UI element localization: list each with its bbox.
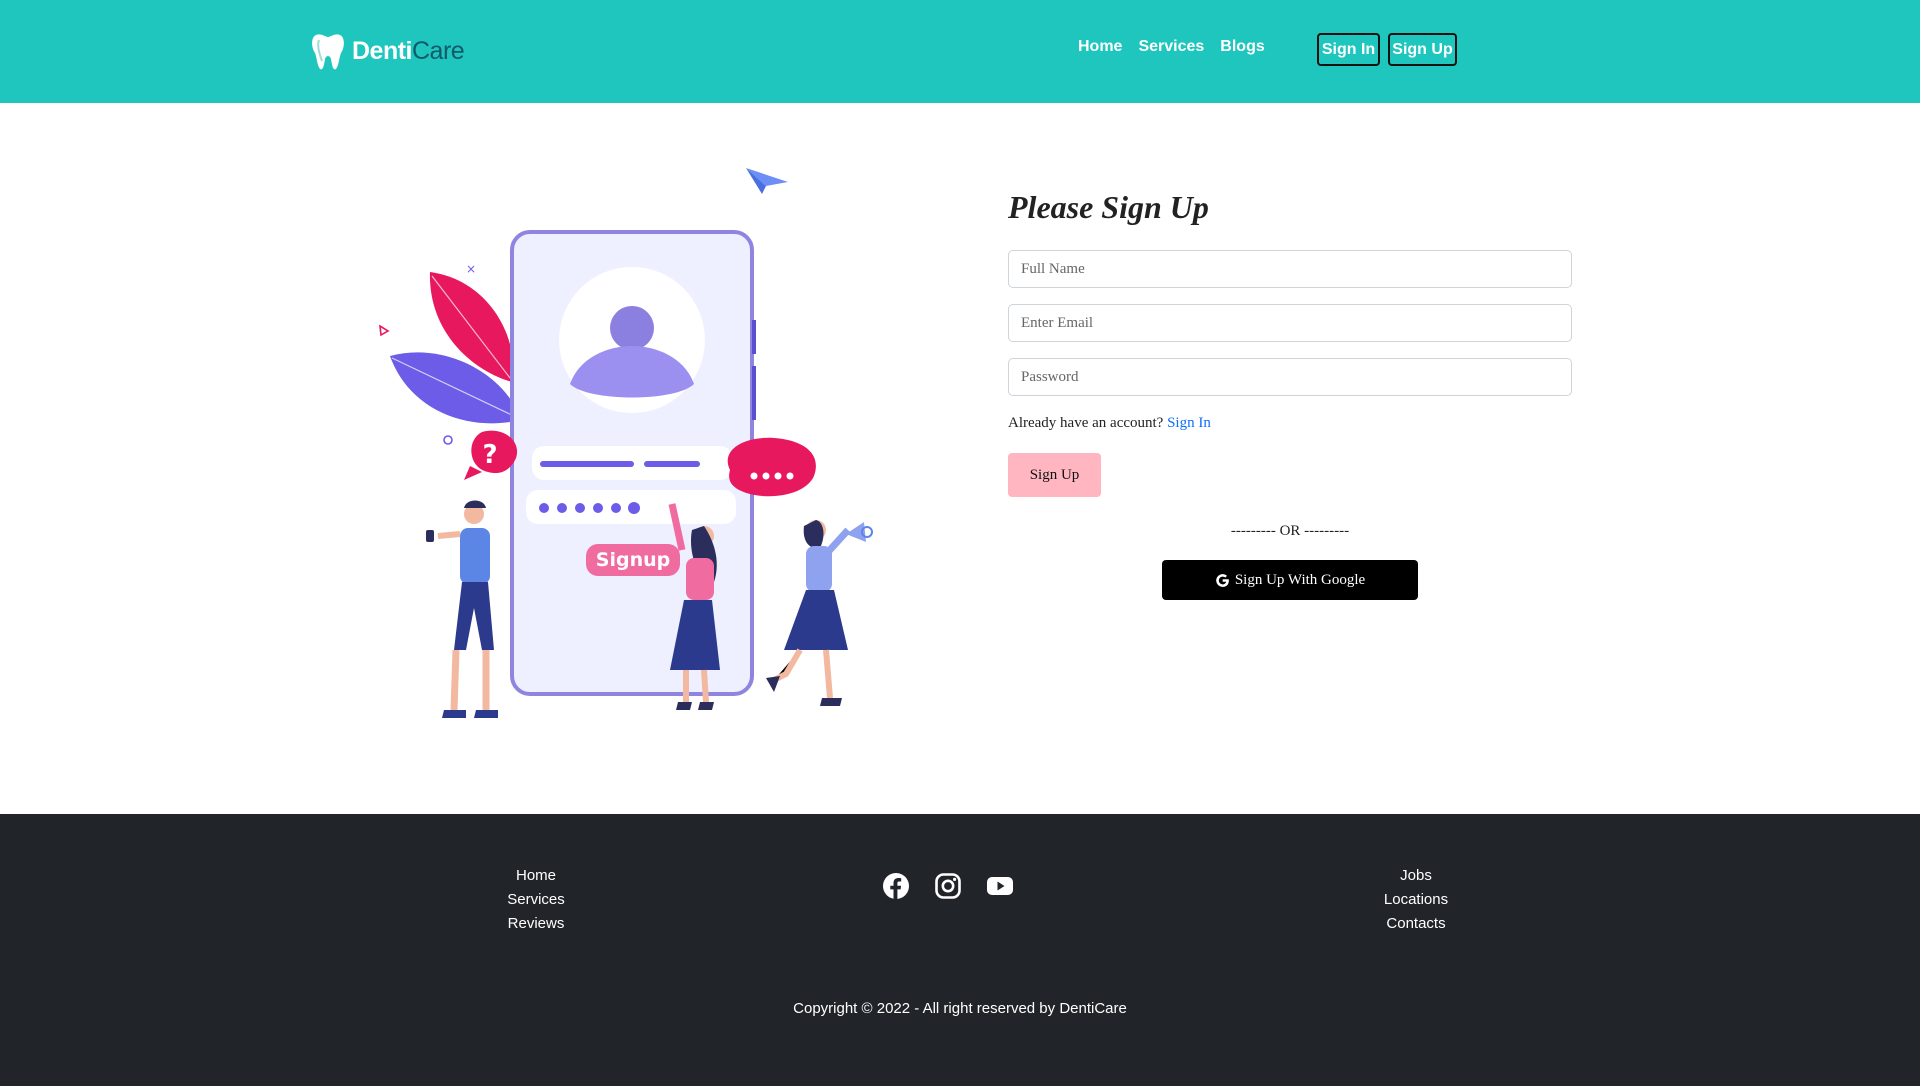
google-button-label: Sign Up With Google: [1234, 571, 1366, 588]
brand-name-primary: Denti: [352, 36, 413, 65]
brand-logo[interactable]: DentiCare: [310, 31, 465, 71]
already-account-label: Already have an account?: [1008, 415, 1164, 431]
footer-links-right: Jobs Locations Contacts: [1316, 864, 1516, 936]
svg-text:?: ?: [482, 440, 497, 470]
footer-link-jobs[interactable]: Jobs: [1316, 864, 1516, 888]
footer-link-reviews[interactable]: Reviews: [436, 912, 636, 936]
illustration-signup-label: Signup: [596, 549, 670, 571]
social-links: [882, 872, 1014, 900]
nav-services[interactable]: Services: [1138, 38, 1204, 56]
tooth-icon: [312, 34, 344, 70]
signup-illustration: × Signup ?: [370, 150, 890, 720]
password-input[interactable]: [1008, 358, 1572, 396]
footer-link-services[interactable]: Services: [436, 888, 636, 912]
form-title: Please Sign Up: [1008, 189, 1209, 225]
email-input[interactable]: [1008, 304, 1572, 342]
google-sign-up-button[interactable]: Sign Up With Google: [1162, 560, 1418, 600]
footer-link-contacts[interactable]: Contacts: [1316, 912, 1516, 936]
nav-links: Home Services Blogs: [1078, 38, 1265, 56]
already-account-text: Already have an account? Sign In: [1008, 415, 1211, 432]
footer-links-left: Home Services Reviews: [436, 864, 636, 936]
nav-home[interactable]: Home: [1078, 38, 1122, 56]
youtube-icon[interactable]: [986, 872, 1014, 900]
svg-text:×: ×: [466, 262, 476, 276]
nav-sign-in-button[interactable]: Sign In: [1317, 33, 1380, 66]
copyright-text: Copyright © 2022 - All right reserved by…: [793, 1000, 1127, 1017]
sign-up-submit-button[interactable]: Sign Up: [1008, 453, 1101, 497]
brand-name-secondary: Care: [412, 36, 465, 65]
instagram-icon[interactable]: [934, 872, 962, 900]
google-icon: [1216, 573, 1229, 587]
navbar: DentiCare Home Services Blogs Sign In Si…: [0, 0, 1920, 103]
footer-link-home[interactable]: Home: [436, 864, 636, 888]
signup-form: Please Sign Up Already have an account? …: [1008, 185, 1572, 600]
nav-blogs[interactable]: Blogs: [1220, 38, 1264, 56]
or-divider: --------- OR ---------: [1230, 523, 1350, 539]
facebook-icon[interactable]: [882, 872, 910, 900]
nav-sign-up-button[interactable]: Sign Up: [1388, 33, 1457, 66]
full-name-input[interactable]: [1008, 250, 1572, 288]
footer: Home Services Reviews Jobs Locations Con…: [0, 814, 1920, 1086]
sign-in-link[interactable]: Sign In: [1167, 415, 1211, 431]
footer-link-locations[interactable]: Locations: [1316, 888, 1516, 912]
